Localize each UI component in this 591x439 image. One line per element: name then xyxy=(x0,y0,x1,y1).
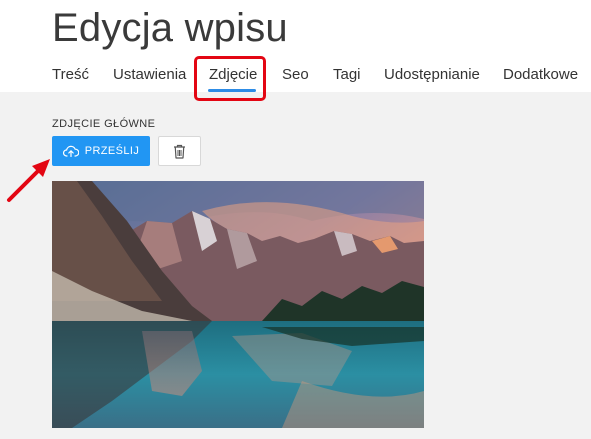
trash-icon xyxy=(173,144,186,159)
main-image-preview xyxy=(52,181,424,428)
tab-ustawienia[interactable]: Ustawienia xyxy=(113,66,186,83)
tab-bar: Treść Ustawienia Zdjęcie Seo Tagi Udostę… xyxy=(0,66,591,92)
tab-tagi[interactable]: Tagi xyxy=(333,66,361,83)
delete-image-button[interactable] xyxy=(158,136,201,166)
upload-button-label: PRZEŚLIJ xyxy=(84,145,140,157)
cloud-upload-icon xyxy=(62,145,79,157)
upload-button[interactable]: PRZEŚLIJ xyxy=(52,136,150,166)
page-title: Edycja wpisu xyxy=(52,6,288,50)
tab-tresc[interactable]: Treść xyxy=(52,66,89,83)
annotation-arrow-icon xyxy=(7,159,50,202)
tab-udostepnianie[interactable]: Udostępnianie xyxy=(384,66,480,83)
tab-seo[interactable]: Seo xyxy=(282,66,309,83)
annotation-highlight-box xyxy=(194,56,266,101)
tab-dodatkowe[interactable]: Dodatkowe xyxy=(503,66,578,83)
section-label-main-image: ZDJĘCIE GŁÓWNE xyxy=(52,118,156,130)
